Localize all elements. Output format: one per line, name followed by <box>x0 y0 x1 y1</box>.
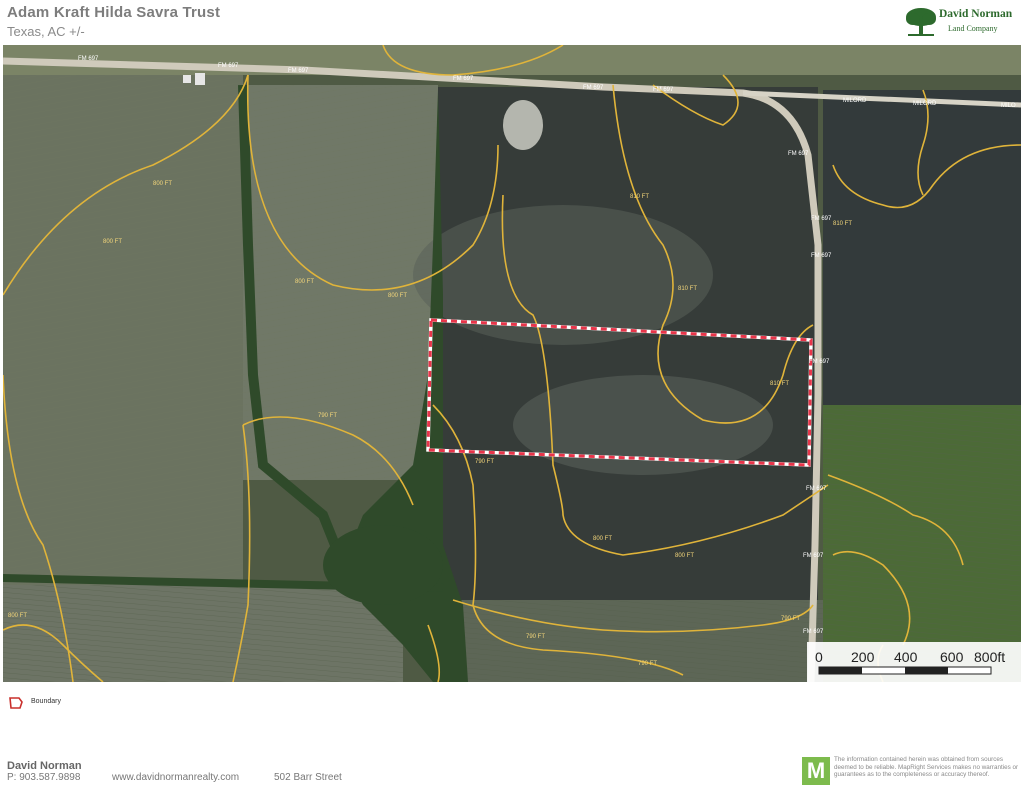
field-north-strip <box>3 45 1021 75</box>
contour-label: 810 FT <box>630 194 649 200</box>
mapright-logo: M <box>802 757 830 785</box>
contour-label: 800 FT <box>295 279 314 285</box>
contour-label: 800 FT <box>675 553 694 559</box>
scale-bar: 0 200 400 600 800ft <box>807 642 1021 682</box>
header: Adam Kraft Hilda Savra Trust Texas, AC +… <box>0 0 1024 45</box>
scale-tick-label: 200 <box>851 649 875 665</box>
contour-label: 800 FT <box>593 536 612 542</box>
disclaimer-text: The information contained herein was obt… <box>834 756 1019 779</box>
road-label: FM 697 <box>803 553 824 559</box>
contour-label: 790 FT <box>318 413 337 419</box>
contour-label: 800 FT <box>388 293 407 299</box>
road-label: FM 697 <box>288 68 309 74</box>
scale-tick-label: 400 <box>894 649 918 665</box>
road-label: FM 697 <box>653 87 674 93</box>
brand-subtitle: Land Company <box>948 24 998 33</box>
road-label: FM 697 <box>788 151 809 157</box>
brand-name: David Norman <box>939 8 1013 20</box>
contour-label: 790 FT <box>475 459 494 465</box>
contour-label: 790 FT <box>526 634 545 640</box>
footer-website-link[interactable]: www.davidnormanrealty.com <box>112 772 239 783</box>
road-label: FM 697 <box>809 359 830 365</box>
contour-label: 810 FT <box>770 381 789 387</box>
page-title: Adam Kraft Hilda Savra Trust <box>7 4 221 21</box>
road-label: FM 697 <box>453 76 474 82</box>
aerial-map[interactable]: FM 697 FM 697 FM 697 FM 697 FM 697 FM 69… <box>3 45 1021 682</box>
scale-tick-label: 800ft <box>974 649 1005 665</box>
contour-label: 810 FT <box>833 221 852 227</box>
contour-label: 790 FT <box>781 616 800 622</box>
road-label: FM 697 <box>218 63 239 69</box>
footer-phone: P: 903.587.9898 <box>7 772 81 783</box>
road-label: FM 697 <box>803 629 824 635</box>
road-label: FM 697 <box>811 216 832 222</box>
scale-tick-label: 0 <box>815 649 823 665</box>
road-label: FM 697 <box>583 85 604 91</box>
road-label: FM 697 <box>78 56 99 62</box>
contour-label: 810 FT <box>678 286 697 292</box>
tree-icon <box>906 8 936 36</box>
field-east-dark <box>823 90 1021 405</box>
legend-label: Boundary <box>31 698 61 705</box>
contour-label: 790 FT <box>638 661 657 667</box>
contour-label: 800 FT <box>153 181 172 187</box>
road-label: MILORD <box>913 101 937 107</box>
scale-tick-label: 600 <box>940 649 964 665</box>
map-canvas[interactable]: FM 697 FM 697 FM 697 FM 697 FM 697 FM 69… <box>3 45 1021 682</box>
boundary-swatch-icon <box>9 697 23 709</box>
footer-name: David Norman <box>7 760 82 772</box>
road-label: MILO <box>1001 103 1016 109</box>
road-label: FM 697 <box>806 486 827 492</box>
road-label: MILORD <box>843 98 867 104</box>
field-dark-center <box>438 87 818 607</box>
contour-label: 800 FT <box>8 613 27 619</box>
road-label: FM 697 <box>811 253 832 259</box>
contour-label: 800 FT <box>103 239 122 245</box>
page-subtitle: Texas, AC +/- <box>7 24 85 39</box>
brand-logo: David Norman Land Company <box>904 5 1020 41</box>
footer-address: 502 Barr Street <box>274 772 342 783</box>
